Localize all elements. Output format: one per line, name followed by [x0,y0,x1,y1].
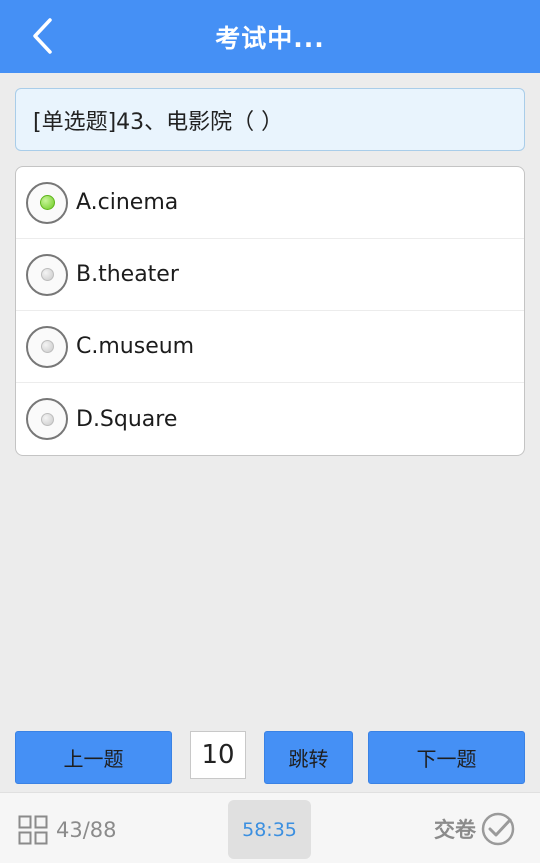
page-title: 考试中... [215,23,325,53]
option-a[interactable]: A.cinema [16,167,524,239]
radio-button[interactable] [26,398,68,440]
option-c[interactable]: C.museum [16,311,524,383]
jump-page-input[interactable] [190,731,246,779]
progress-counter: 43/88 [56,818,117,842]
radio-button[interactable] [26,325,68,368]
question-grid-button[interactable]: 43/88 [18,815,117,845]
question-panel: [单选题]43、电影院（ ） [15,88,525,151]
radio-dot [40,268,54,281]
jump-button[interactable]: 跳转 [264,731,353,784]
prev-question-button[interactable]: 上一题 [15,731,172,784]
radio-button-selected[interactable] [26,181,68,224]
option-label: D.Square [76,406,178,432]
question-text: [单选题]43、电影院（ ） [33,109,284,135]
timer-text: 58:35 [242,818,297,841]
radio-button[interactable] [26,253,68,296]
check-circle-icon [481,812,515,846]
options-list: A.cinema B.theater C.museum D.Square [15,166,525,456]
header-bar: 考试中... [0,0,540,73]
back-button[interactable] [22,16,62,56]
option-b[interactable]: B.theater [16,239,524,311]
question-navigation: 上一题 跳转 下一题 [0,731,540,784]
option-label: A.cinema [76,190,179,215]
submit-exam-button[interactable]: 交卷 [434,811,516,847]
radio-dot [40,412,54,426]
grid-icon [18,815,48,845]
submit-label: 交卷 [434,818,476,842]
chevron-left-icon [33,18,52,54]
option-d[interactable]: D.Square [16,383,524,455]
radio-dot [39,195,55,210]
countdown-timer: 58:35 [228,800,311,859]
footer-bar: 43/88 58:35 交卷 [0,792,540,863]
option-label: B.theater [76,262,179,287]
radio-dot [40,340,54,353]
option-label: C.museum [76,334,195,359]
next-question-button[interactable]: 下一题 [368,731,525,784]
